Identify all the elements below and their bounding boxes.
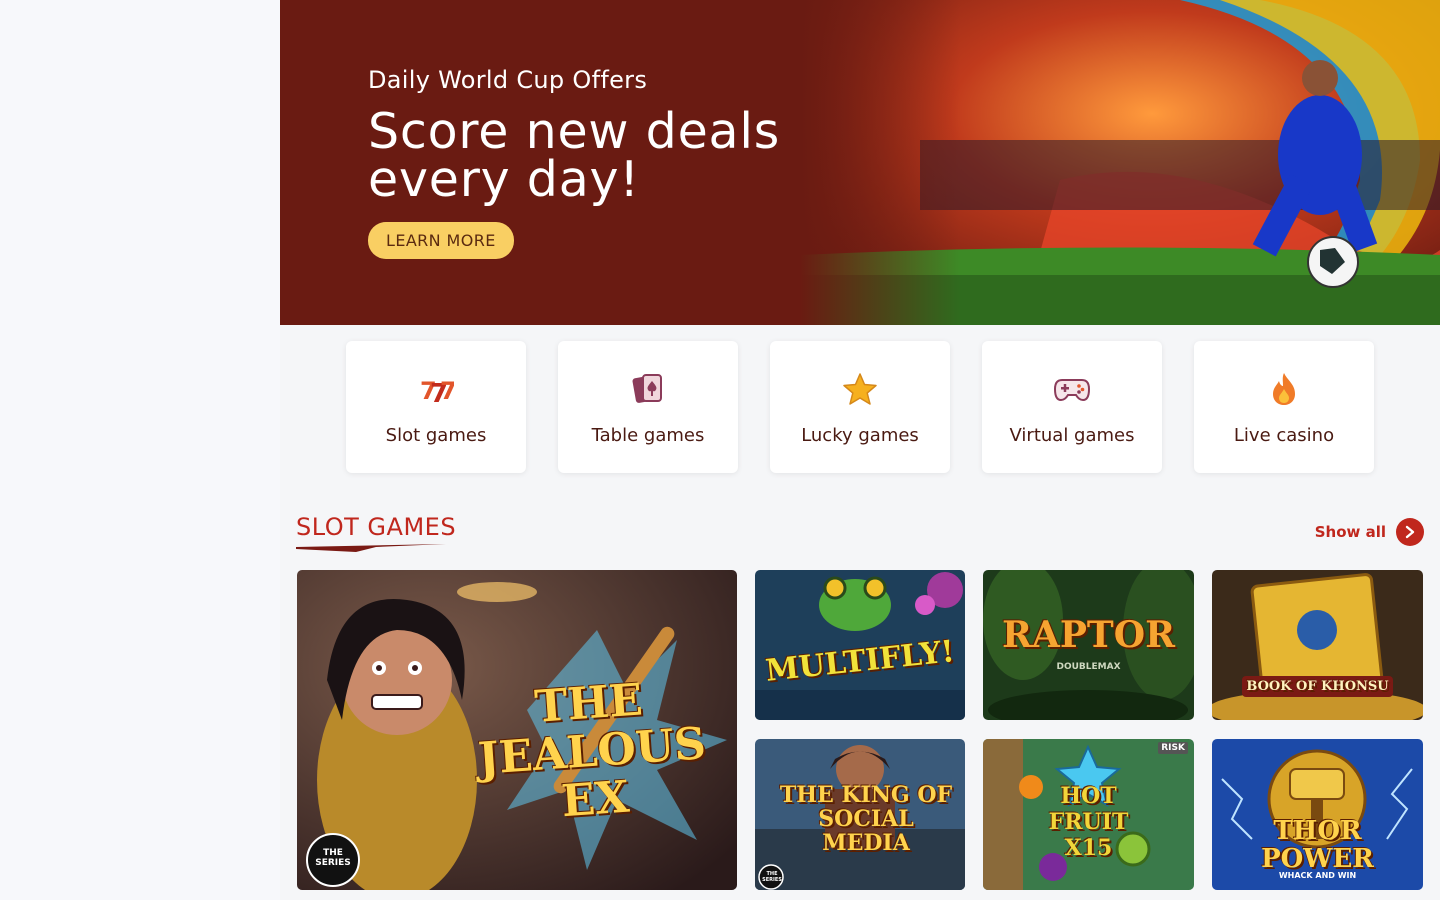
category-live-casino[interactable]: Live casino <box>1194 341 1374 473</box>
category-virtual-games[interactable]: Virtual games <box>982 341 1162 473</box>
flame-icon <box>1264 369 1304 409</box>
gamepad-icon <box>1052 369 1092 409</box>
series-badge: THE SERIES <box>762 871 782 883</box>
game-title: THOR POWER <box>1261 816 1374 874</box>
game-subtitle: WHACK AND WIN <box>1278 871 1357 880</box>
slot-777-icon: 7 7 7 <box>416 369 456 409</box>
game-tile-thor-power[interactable]: THOR POWER WHACK AND WIN <box>1212 739 1423 890</box>
category-label: Live casino <box>1233 425 1335 446</box>
game-tile-book-of-khonsu[interactable]: BOOK OF KHONSU <box>1212 570 1423 720</box>
section-title: SLOT GAMES <box>296 513 457 541</box>
promo-banner[interactable]: Daily World Cup Offers Score new deals e… <box>280 0 1440 325</box>
game-title: THE JEALOUS EX <box>476 674 708 828</box>
banner-headline: Score new deals every day! <box>368 103 781 208</box>
game-title: HOT FRUIT X15 <box>1048 783 1129 861</box>
game-title: RAPTOR <box>1002 614 1175 656</box>
risk-badge: RISK <box>1158 742 1188 754</box>
chevron-right-icon <box>1396 518 1424 546</box>
series-badge: THE SERIES <box>315 848 351 868</box>
game-tile-king-of-social-media[interactable]: THE KING OF SOCIAL MEDIA THE SERIES <box>755 739 965 890</box>
star-icon <box>840 369 880 409</box>
category-slot-games[interactable]: 7 7 7 Slot games <box>346 341 526 473</box>
slot-games-header: SLOT GAMES <box>296 513 456 553</box>
title-underline-decoration <box>296 544 446 552</box>
svg-text:7: 7 <box>440 377 454 405</box>
game-tile-jealous-ex[interactable]: THE JEALOUS EX THE SERIES <box>297 570 737 890</box>
category-label: Slot games <box>385 425 487 446</box>
sidebar <box>0 0 280 900</box>
category-label: Table games <box>591 425 705 446</box>
show-all-link[interactable]: Show all <box>1315 518 1424 546</box>
game-subtitle: DOUBLEMAX <box>1056 662 1121 672</box>
category-nav: 7 7 7 Slot games Table games Lucky games <box>346 341 1374 473</box>
category-table-games[interactable]: Table games <box>558 341 738 473</box>
game-title: THE KING OF SOCIAL MEDIA <box>779 782 953 856</box>
football-player-artwork <box>800 0 1440 325</box>
banner-kicker: Daily World Cup Offers <box>368 66 648 94</box>
playing-cards-icon <box>628 369 668 409</box>
banner-text: Daily World Cup Offers Score new deals e… <box>368 66 808 259</box>
game-tile-raptor[interactable]: RAPTOR DOUBLEMAX <box>983 570 1194 720</box>
game-artwork <box>1212 570 1423 720</box>
game-title: BOOK OF KHONSU <box>1242 676 1393 697</box>
category-lucky-games[interactable]: Lucky games <box>770 341 950 473</box>
learn-more-button[interactable]: LEARN MORE <box>368 222 514 259</box>
game-tile-multifly[interactable]: MULTIFLY! <box>755 570 965 720</box>
category-label: Virtual games <box>1009 425 1135 446</box>
category-label: Lucky games <box>801 425 919 446</box>
show-all-label: Show all <box>1314 523 1386 541</box>
game-tile-hot-fruit-x15[interactable]: HOT FRUIT X15 RISK <box>983 739 1194 890</box>
